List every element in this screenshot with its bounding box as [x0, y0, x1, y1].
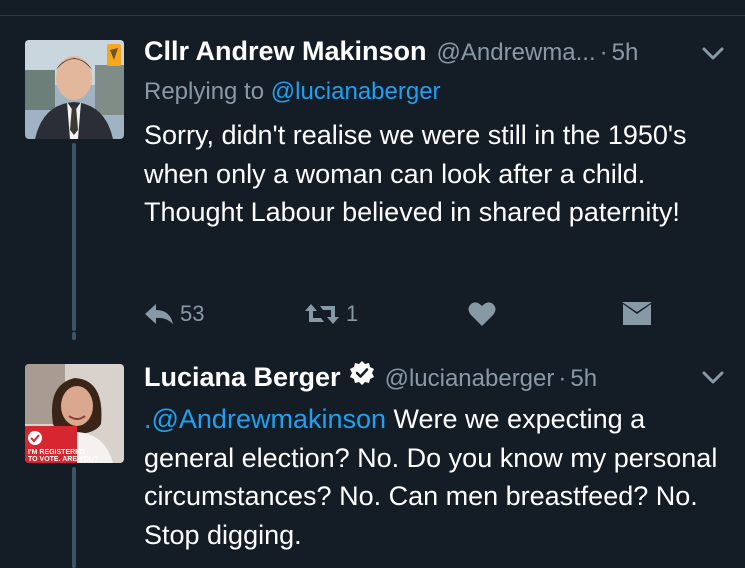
retweet-icon — [305, 304, 339, 324]
tweet-actions: 53 1 — [144, 298, 664, 330]
display-name[interactable]: Cllr Andrew Makinson — [144, 36, 427, 67]
avatar-luciana-berger[interactable]: I'M REGISTERED TO VOTE. ARE YOU? — [25, 364, 124, 463]
timestamp[interactable]: 5h — [612, 39, 639, 67]
chevron-down-icon[interactable] — [701, 370, 725, 386]
separator: · — [558, 365, 567, 392]
display-name[interactable]: Luciana Berger — [144, 362, 341, 393]
timestamp[interactable]: 5h — [570, 365, 597, 393]
like-button[interactable] — [468, 301, 496, 327]
direct-message-button[interactable] — [622, 302, 652, 326]
tweet-header: Luciana Berger @lucianaberger · 5h — [144, 360, 725, 398]
retweet-count: 1 — [346, 301, 359, 326]
tweet-content: Luciana Berger @lucianaberger · 5h .@And… — [144, 360, 725, 554]
tweet-text: .@Andrewmakinson Were we expecting a gen… — [144, 400, 725, 554]
retweet-button[interactable]: 1 — [304, 301, 358, 327]
thread-line — [72, 467, 76, 568]
avatar-badge-text-2: TO VOTE. ARE YOU? — [28, 456, 98, 463]
tweet-header: Cllr Andrew Makinson @Andrewma... · 5h — [144, 36, 725, 74]
reply-count: 53 — [180, 301, 205, 326]
reply-button[interactable]: 53 — [144, 301, 204, 327]
separator: · — [599, 39, 608, 66]
mention-link[interactable]: .@Andrewmakinson — [144, 404, 386, 434]
replying-mention-link[interactable]: @lucianaberger — [271, 78, 441, 105]
verified-badge-icon — [349, 361, 374, 385]
thread-line-top — [72, 332, 76, 340]
replying-to: Replying to @lucianaberger — [144, 78, 725, 110]
heart-icon — [468, 302, 496, 326]
tweet-luciana-berger[interactable]: I'M REGISTERED TO VOTE. ARE YOU? Luciana… — [0, 332, 745, 568]
envelope-icon — [622, 302, 652, 325]
avatar-andrew-makinson[interactable] — [25, 40, 124, 139]
tweet-content: Cllr Andrew Makinson @Andrewma... · 5h R… — [144, 36, 725, 326]
avatar-badge-text-1: I'M REGISTERED — [28, 449, 85, 456]
user-handle[interactable]: @lucianaberger — [385, 365, 555, 393]
user-handle[interactable]: @Andrewma... — [437, 39, 596, 67]
tweet-andrew-makinson[interactable]: Cllr Andrew Makinson @Andrewma... · 5h R… — [0, 36, 745, 342]
thread-line — [72, 143, 76, 331]
tweet-text: Sorry, didn't realise we were still in t… — [144, 120, 687, 227]
chevron-down-icon[interactable] — [701, 46, 725, 62]
reply-icon — [145, 304, 173, 324]
replying-prefix: Replying to — [144, 78, 265, 105]
top-divider — [0, 0, 745, 16]
